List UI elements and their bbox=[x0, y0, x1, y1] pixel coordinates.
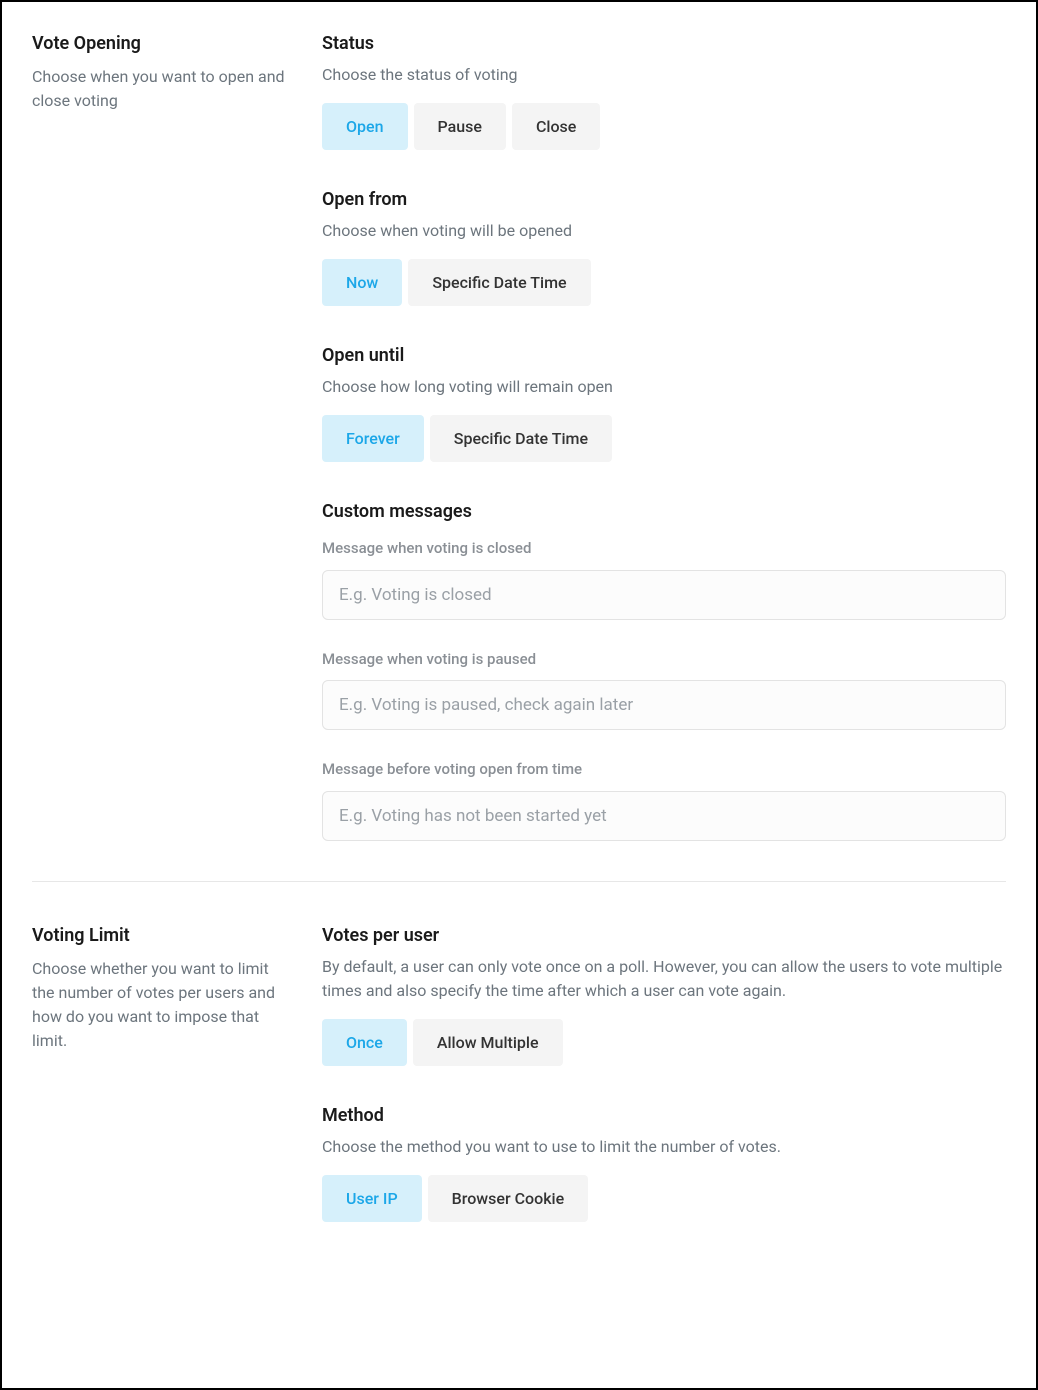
status-open-button[interactable]: Open bbox=[322, 103, 408, 150]
votes-per-user-desc: By default, a user can only vote once on… bbox=[322, 955, 1006, 1003]
before-message-input[interactable] bbox=[322, 791, 1006, 841]
status-block: Status Choose the status of voting Open … bbox=[322, 30, 1006, 150]
method-cookie-button[interactable]: Browser Cookie bbox=[428, 1175, 589, 1222]
open-from-desc: Choose when voting will be opened bbox=[322, 219, 1006, 243]
closed-message-group: Message when voting is closed bbox=[322, 537, 1006, 620]
open-from-now-button[interactable]: Now bbox=[322, 259, 402, 306]
voting-limit-section: Voting Limit Choose whether you want to … bbox=[32, 881, 1006, 1262]
votes-per-user-block: Votes per user By default, a user can on… bbox=[322, 922, 1006, 1066]
status-toggle-group: Open Pause Close bbox=[322, 103, 600, 150]
method-desc: Choose the method you want to use to lim… bbox=[322, 1135, 1006, 1159]
votes-per-user-toggle-group: Once Allow Multiple bbox=[322, 1019, 563, 1066]
open-until-forever-button[interactable]: Forever bbox=[322, 415, 424, 462]
closed-message-label: Message when voting is closed bbox=[322, 537, 1006, 560]
paused-message-label: Message when voting is paused bbox=[322, 648, 1006, 671]
before-message-label: Message before voting open from time bbox=[322, 758, 1006, 781]
open-until-specific-button[interactable]: Specific Date Time bbox=[430, 415, 612, 462]
open-from-toggle-group: Now Specific Date Time bbox=[322, 259, 591, 306]
method-ip-button[interactable]: User IP bbox=[322, 1175, 422, 1222]
vote-opening-sidebar: Vote Opening Choose when you want to ope… bbox=[32, 30, 292, 841]
status-desc: Choose the status of voting bbox=[322, 63, 1006, 87]
method-block: Method Choose the method you want to use… bbox=[322, 1102, 1006, 1222]
voting-limit-desc: Choose whether you want to limit the num… bbox=[32, 957, 292, 1053]
paused-message-input[interactable] bbox=[322, 680, 1006, 730]
settings-panel: Vote Opening Choose when you want to ope… bbox=[0, 0, 1038, 1390]
votes-multiple-button[interactable]: Allow Multiple bbox=[413, 1019, 563, 1066]
custom-messages-title: Custom messages bbox=[322, 498, 1006, 525]
open-until-toggle-group: Forever Specific Date Time bbox=[322, 415, 612, 462]
voting-limit-title: Voting Limit bbox=[32, 922, 292, 949]
votes-once-button[interactable]: Once bbox=[322, 1019, 407, 1066]
vote-opening-desc: Choose when you want to open and close v… bbox=[32, 65, 292, 113]
closed-message-input[interactable] bbox=[322, 570, 1006, 620]
before-message-group: Message before voting open from time bbox=[322, 758, 1006, 841]
open-until-desc: Choose how long voting will remain open bbox=[322, 375, 1006, 399]
voting-limit-sidebar: Voting Limit Choose whether you want to … bbox=[32, 922, 292, 1222]
open-until-block: Open until Choose how long voting will r… bbox=[322, 342, 1006, 462]
paused-message-group: Message when voting is paused bbox=[322, 648, 1006, 731]
open-from-title: Open from bbox=[322, 186, 1006, 213]
vote-opening-content: Status Choose the status of voting Open … bbox=[322, 30, 1006, 841]
method-title: Method bbox=[322, 1102, 1006, 1129]
method-toggle-group: User IP Browser Cookie bbox=[322, 1175, 588, 1222]
status-title: Status bbox=[322, 30, 1006, 57]
open-from-specific-button[interactable]: Specific Date Time bbox=[408, 259, 590, 306]
custom-messages-block: Custom messages Message when voting is c… bbox=[322, 498, 1006, 841]
status-pause-button[interactable]: Pause bbox=[414, 103, 506, 150]
vote-opening-section: Vote Opening Choose when you want to ope… bbox=[32, 30, 1006, 881]
status-close-button[interactable]: Close bbox=[512, 103, 600, 150]
vote-opening-title: Vote Opening bbox=[32, 30, 292, 57]
open-until-title: Open until bbox=[322, 342, 1006, 369]
voting-limit-content: Votes per user By default, a user can on… bbox=[322, 922, 1006, 1222]
votes-per-user-title: Votes per user bbox=[322, 922, 1006, 949]
open-from-block: Open from Choose when voting will be ope… bbox=[322, 186, 1006, 306]
